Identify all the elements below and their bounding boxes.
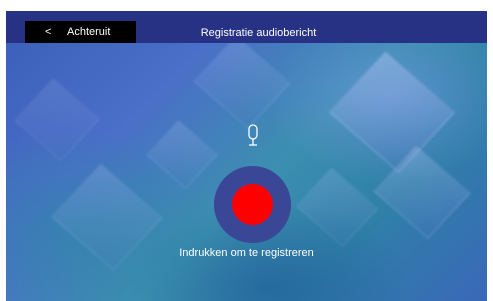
record-hint: Indrukken om te registreren [179,247,314,259]
record-icon [232,184,273,225]
back-button[interactable]: < Achteruit [25,21,136,43]
chevron-left-icon: < [45,26,52,38]
intercom-screen: < Achteruit Registratie audiobericht Ind… [6,11,487,301]
page-title: Registratie audiobericht [200,27,317,39]
record-button[interactable] [214,166,291,243]
header-bar: < Achteruit Registratie audiobericht [6,11,487,43]
microphone-icon [248,124,258,146]
back-button-label: Achteruit [67,26,111,38]
